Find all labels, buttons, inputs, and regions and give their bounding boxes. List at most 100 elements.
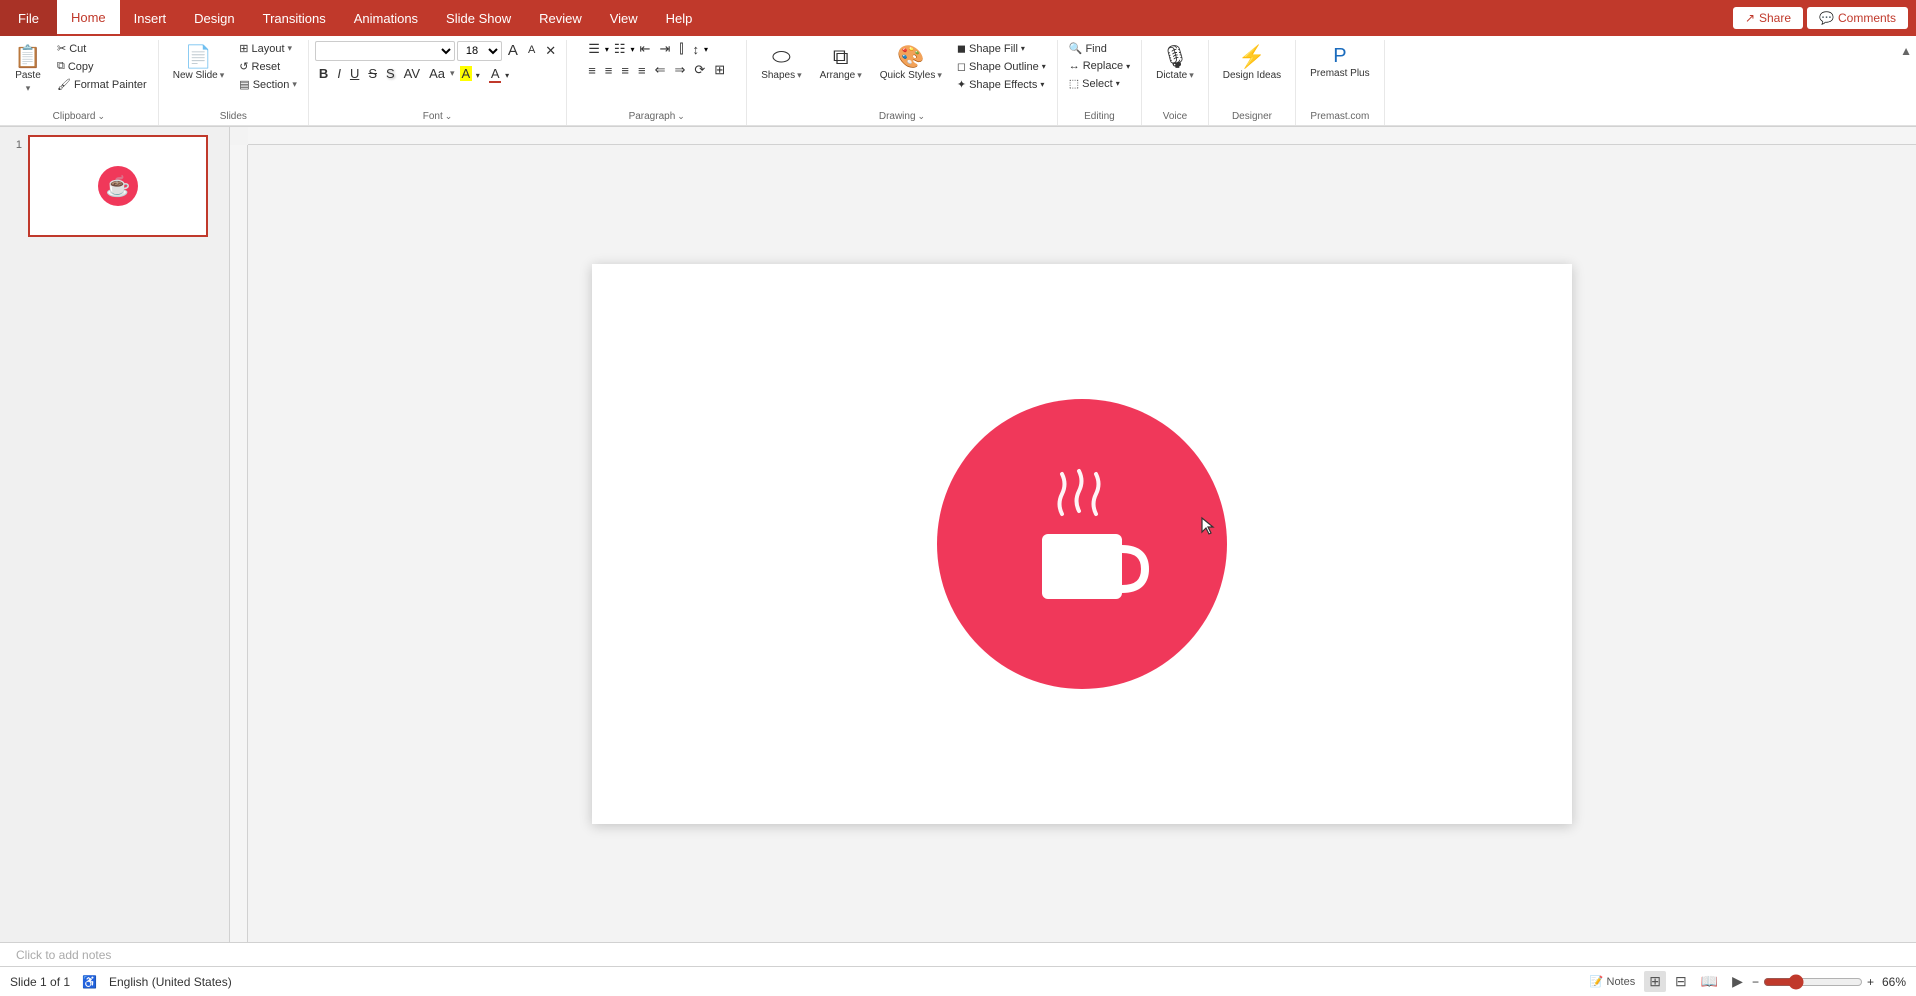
shape-outline-button[interactable]: ◻ Shape Outline ▾ [952, 58, 1051, 75]
reading-view-button[interactable]: 📖 [1696, 971, 1723, 992]
slide-canvas[interactable] [592, 264, 1572, 824]
strikethrough-button[interactable]: S [364, 65, 381, 82]
slide-sorter-button[interactable]: ⊟ [1670, 971, 1692, 992]
slide-number: 1 [8, 139, 22, 151]
copy-button[interactable]: ⧉ Copy [52, 58, 152, 75]
dictate-icon: 🎙 [1161, 46, 1189, 68]
zoom-level[interactable]: 66% [1882, 975, 1906, 989]
replace-button[interactable]: ↔ Replace ▾ [1064, 58, 1135, 74]
clipboard-group: 📋 Paste ▾ ✂ Cut ⧉ Copy 🖌 Format P [0, 40, 159, 125]
accessibility-icon[interactable]: ♿ [82, 975, 97, 989]
shape-fill-button[interactable]: ◼ Shape Fill ▾ [952, 40, 1051, 57]
tab-insert[interactable]: Insert [120, 0, 181, 36]
font-row-2: B I U S S AV Aa ▾ A ▾ A ▾ [315, 65, 513, 82]
tab-view[interactable]: View [596, 0, 652, 36]
align-right-button[interactable]: ≡ [617, 62, 633, 79]
shadow-button[interactable]: S [382, 65, 399, 82]
comments-button[interactable]: 💬 Comments [1807, 7, 1908, 29]
find-button[interactable]: 🔍 Find [1064, 40, 1135, 57]
reset-button[interactable]: ↺ Reset [234, 58, 302, 75]
ltr-button[interactable]: ⇒ [670, 61, 689, 79]
dictate-button[interactable]: 🎙 Dictate ▾ [1148, 40, 1202, 87]
quick-styles-icon: 🎨 [897, 46, 924, 68]
tab-slideshow[interactable]: Slide Show [432, 0, 525, 36]
canvas-scroll[interactable] [248, 145, 1916, 942]
voice-label[interactable]: Voice [1163, 111, 1187, 125]
zoom-out-icon[interactable]: − [1752, 975, 1759, 989]
design-ideas-button[interactable]: ⚡ Design Ideas [1215, 40, 1289, 87]
normal-view-button[interactable]: ⊞ [1644, 971, 1666, 992]
font-color-button[interactable]: A ▾ [485, 65, 513, 82]
tab-file[interactable]: File [0, 0, 57, 36]
shape-effects-button[interactable]: ✦ Shape Effects ▾ [952, 76, 1051, 93]
arrange-button[interactable]: ⧉ Arrange ▾ [812, 40, 870, 87]
font-clear-button[interactable]: ✕ [541, 41, 560, 61]
section-button[interactable]: ▤ Section ▾ [234, 76, 302, 93]
bold-button[interactable]: B [315, 65, 332, 82]
arrange-icon: ⧉ [833, 46, 849, 68]
font-items: 18 A A ✕ B I U S S AV Aa ▾ A [315, 40, 560, 111]
numbering-button[interactable]: ☷ [610, 40, 630, 58]
drawing-expand-icon: ⌄ [918, 111, 926, 122]
columns-button[interactable]: ⫿ [675, 40, 687, 58]
premast-icon: P [1333, 46, 1346, 66]
cut-icon: ✂ [57, 42, 66, 55]
tab-transitions[interactable]: Transitions [249, 0, 340, 36]
font-size-select[interactable]: 18 [457, 41, 502, 61]
font-grow-button[interactable]: A [504, 40, 522, 62]
justify-button[interactable]: ≡ [634, 62, 650, 79]
replace-icon: ↔ [1069, 60, 1080, 72]
ribbon-collapse[interactable]: ▲ [1896, 40, 1916, 125]
font-label[interactable]: Font ⌄ [423, 111, 453, 125]
voice-items: 🎙 Dictate ▾ [1148, 40, 1202, 111]
slides-group: 📄 New Slide ▾ ⊞ Layout ▾ ↺ Reset [159, 40, 309, 125]
smart-art-button[interactable]: ⊞ [710, 61, 729, 79]
language-label[interactable]: English (United States) [109, 975, 232, 989]
quick-styles-button[interactable]: 🎨 Quick Styles ▾ [872, 40, 950, 87]
format-painter-button[interactable]: 🖌 Format Painter [52, 76, 152, 93]
tab-animations[interactable]: Animations [340, 0, 432, 36]
coffee-circle [937, 399, 1227, 689]
slideshow-button[interactable]: ▶ [1727, 971, 1748, 992]
new-slide-button[interactable]: 📄 New Slide ▾ [165, 40, 233, 87]
status-right: 📝 Notes ⊞ ⊟ 📖 ▶ − + 66% [1585, 971, 1906, 992]
slides-label[interactable]: Slides [220, 111, 247, 125]
italic-button[interactable]: I [333, 65, 345, 82]
premast-label[interactable]: Premast.com [1310, 111, 1369, 125]
line-spacing-button[interactable]: ↕ [689, 41, 704, 58]
bullets-button[interactable]: ☰ [584, 40, 604, 58]
clipboard-expand-icon: ⌄ [97, 111, 105, 122]
char-spacing-button[interactable]: AV [400, 65, 424, 82]
tab-help[interactable]: Help [652, 0, 707, 36]
editing-small-buttons: 🔍 Find ↔ Replace ▾ ⬚ Select ▾ [1064, 40, 1135, 92]
editing-label[interactable]: Editing [1084, 111, 1115, 125]
cut-button[interactable]: ✂ Cut [52, 40, 152, 57]
align-center-button[interactable]: ≡ [601, 62, 617, 79]
share-button[interactable]: ↗ Share [1733, 7, 1803, 29]
paste-button[interactable]: 📋 Paste ▾ [6, 40, 50, 100]
font-shrink-button[interactable]: A [524, 42, 539, 59]
select-button[interactable]: ⬚ Select ▾ [1064, 75, 1135, 92]
tab-home[interactable]: Home [57, 0, 120, 36]
shapes-button[interactable]: ⬭ Shapes ▾ [753, 40, 809, 87]
designer-label[interactable]: Designer [1232, 111, 1272, 125]
tab-design[interactable]: Design [180, 0, 248, 36]
decrease-indent-button[interactable]: ⇤ [636, 40, 655, 58]
slide-thumbnail[interactable]: ☕ [28, 135, 208, 237]
rtl-button[interactable]: ⇐ [651, 61, 670, 79]
layout-button[interactable]: ⊞ Layout ▾ [234, 40, 302, 57]
drawing-label[interactable]: Drawing ⌄ [879, 111, 925, 125]
zoom-in-icon[interactable]: + [1867, 975, 1874, 989]
paragraph-label[interactable]: Paragraph ⌄ [629, 111, 685, 125]
paragraph-expand-icon: ⌄ [677, 111, 685, 122]
text-direction-button[interactable]: ⟳ [690, 61, 709, 79]
increase-indent-button[interactable]: ⇥ [655, 40, 674, 58]
align-left-button[interactable]: ≡ [584, 62, 600, 79]
underline-button[interactable]: U [346, 65, 363, 82]
font-name-select[interactable] [315, 41, 455, 61]
premast-plus-button[interactable]: P Premast Plus [1302, 40, 1377, 85]
clipboard-label[interactable]: Clipboard ⌄ [53, 111, 105, 125]
tab-review[interactable]: Review [525, 0, 596, 36]
change-case-button[interactable]: Aa [425, 65, 449, 82]
highlight-button[interactable]: A ▾ [456, 65, 484, 82]
